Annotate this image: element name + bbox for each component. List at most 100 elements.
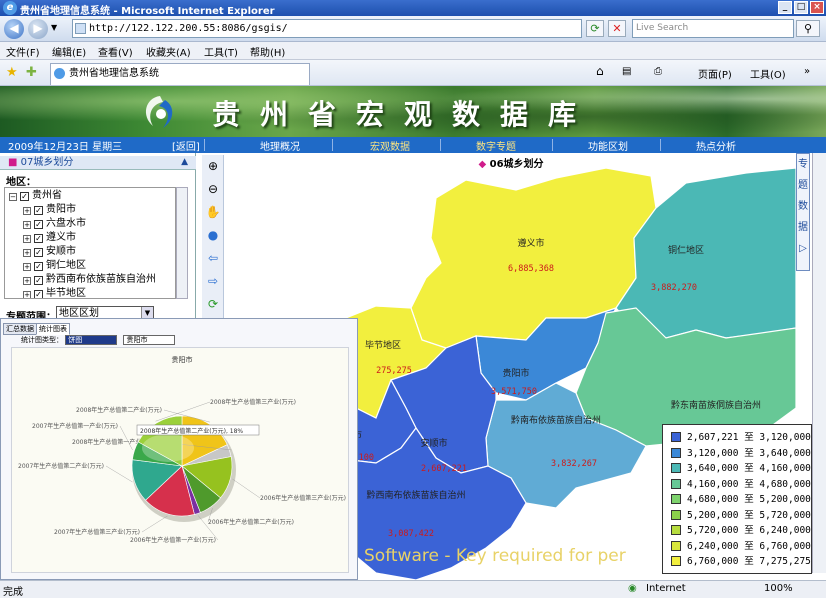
menu-favorites[interactable]: 收藏夹(A) bbox=[146, 44, 191, 59]
favorites-star-icon[interactable]: ★ bbox=[6, 65, 18, 80]
zoom-out-icon[interactable]: ⊖ bbox=[204, 180, 222, 198]
nav-item-digital-topics[interactable]: 数字专题 bbox=[476, 138, 516, 153]
pie-slice-label: 2008年生产总值第三产业(万元) bbox=[210, 398, 296, 406]
search-input[interactable]: Live Search bbox=[632, 19, 794, 38]
checkbox-checked[interactable]: ✓ bbox=[34, 248, 43, 257]
tab-statistics-chart[interactable]: 统计图表 bbox=[36, 323, 70, 335]
menu-file[interactable]: 文件(F) bbox=[6, 44, 40, 59]
menu-edit[interactable]: 编辑(E) bbox=[52, 44, 86, 59]
checkbox-checked[interactable]: ✓ bbox=[34, 234, 43, 243]
software-watermark: Software - Key required for per bbox=[364, 546, 626, 566]
menu-bar: 文件(F) 编辑(E) 查看(V) 收藏夹(A) 工具(T) 帮助(H) bbox=[0, 42, 826, 60]
tree-item[interactable]: + ✓ 毕节地区 bbox=[23, 287, 86, 298]
checkbox-checked[interactable]: ✓ bbox=[34, 262, 43, 271]
stop-button[interactable]: ✕ bbox=[608, 20, 626, 37]
tree-scrollbar[interactable] bbox=[176, 187, 188, 299]
site-logo bbox=[145, 96, 173, 128]
back-button[interactable]: ◀ bbox=[4, 19, 24, 39]
tab-page-icon bbox=[54, 68, 65, 79]
close-window-button[interactable]: × bbox=[810, 1, 824, 14]
collapse-icon[interactable]: ▲ bbox=[181, 156, 188, 169]
legend-item: 6,760,000 至 7,275,275 bbox=[671, 555, 811, 570]
nav-item-zoning[interactable]: 功能区划 bbox=[588, 138, 628, 153]
globe-icon[interactable]: ● bbox=[204, 226, 222, 244]
strip-char: 题 bbox=[798, 180, 808, 191]
tree-item[interactable]: + ✓ 遵义市 bbox=[23, 231, 76, 245]
pie-slice-label: 2008年生产总值第二产业(万元) bbox=[76, 406, 162, 414]
nav-back-link[interactable]: [返回] bbox=[172, 138, 200, 153]
status-bar: 完成 ◉ Internet 100% bbox=[0, 580, 826, 598]
refresh-map-icon[interactable]: ⟳ bbox=[204, 295, 222, 313]
expand-toggle-icon[interactable]: + bbox=[23, 235, 31, 243]
history-dropdown-icon[interactable]: ▼ bbox=[51, 23, 57, 32]
tree-item[interactable]: + ✓ 铜仁地区 bbox=[23, 259, 86, 273]
zoom-in-icon[interactable]: ⊕ bbox=[204, 157, 222, 175]
search-icon[interactable]: ⚲ bbox=[796, 20, 820, 37]
chart-title: 贵阳市 bbox=[172, 355, 193, 364]
menu-tools[interactable]: 工具(T) bbox=[204, 44, 238, 59]
address-input[interactable]: http://122.122.200.55:8086/gsgis/ bbox=[72, 19, 582, 38]
legend-range: 5,200,000 至 5,720,000 bbox=[687, 509, 811, 521]
tree-root[interactable]: − ✓ 贵州省 bbox=[9, 189, 62, 203]
nav-item-geography[interactable]: 地理概况 bbox=[260, 138, 300, 153]
more-icon[interactable]: » bbox=[804, 66, 810, 77]
expand-toggle-icon[interactable]: + bbox=[23, 207, 31, 215]
nav-item-hotspot[interactable]: 热点分析 bbox=[696, 138, 736, 153]
next-extent-icon[interactable]: ⇨ bbox=[204, 272, 222, 290]
legend-item: 4,160,000 至 4,680,000 bbox=[671, 478, 811, 493]
page-menu[interactable]: 页面(P) bbox=[698, 66, 732, 81]
pan-hand-icon[interactable]: ✋ bbox=[204, 203, 222, 221]
tree-item[interactable]: + ✓ 黔西南布依族苗族自治州 bbox=[23, 273, 156, 287]
collapse-toggle-icon[interactable]: − bbox=[9, 193, 17, 201]
map-title: ◆ 06城乡划分 bbox=[226, 155, 796, 170]
home-icon[interactable]: ⌂ bbox=[596, 64, 604, 78]
region-name-label: 黔西南布依族苗族自治州 bbox=[366, 489, 465, 501]
tools-menu[interactable]: 工具(O) bbox=[750, 66, 786, 81]
checkbox-checked[interactable]: ✓ bbox=[34, 220, 43, 229]
nav-divider bbox=[332, 139, 333, 151]
legend-item: 6,240,000 至 6,760,000 bbox=[671, 540, 811, 555]
chart-region-select[interactable]: 贵阳市 bbox=[123, 335, 176, 345]
expand-toggle-icon[interactable]: + bbox=[23, 249, 31, 257]
checkbox-checked[interactable]: ✓ bbox=[34, 290, 43, 298]
tree-item[interactable]: + ✓ 安顺市 bbox=[23, 245, 76, 259]
expand-toggle-icon[interactable]: + bbox=[23, 263, 31, 271]
statistics-popup: 汇总数据 统计图表 统计图类型： 饼图 贵阳市 贵阳市 2008年生产总值第二产业(… bbox=[0, 318, 358, 580]
tab-summary-data[interactable]: 汇总数据 bbox=[3, 323, 37, 335]
zoom-level[interactable]: 100% bbox=[764, 583, 793, 594]
pie-chart[interactable]: 贵阳市2008年生产总值第二产业(万元)2008年生产总值第一产业(万元)200… bbox=[12, 348, 350, 574]
bullet-icon: ■ bbox=[8, 157, 21, 168]
refresh-button[interactable]: ⟳ bbox=[586, 20, 604, 37]
tree-item[interactable]: + ✓ 六盘水市 bbox=[23, 217, 86, 231]
nav-item-macro-data[interactable]: 宏观数据 bbox=[370, 138, 410, 153]
pie-highlight bbox=[142, 434, 194, 462]
region-name-label: 铜仁地区 bbox=[668, 244, 704, 256]
checkbox-checked[interactable]: ✓ bbox=[34, 276, 43, 285]
forward-button[interactable]: ▶ bbox=[28, 19, 48, 39]
checkbox-checked[interactable]: ✓ bbox=[20, 192, 29, 201]
previous-extent-icon[interactable]: ⇦ bbox=[204, 249, 222, 267]
tab-current[interactable]: 贵州省地理信息系统 bbox=[50, 63, 310, 85]
chart-options-row: 统计图类型： 饼图 贵阳市 bbox=[21, 335, 176, 345]
nav-divider bbox=[552, 139, 553, 151]
tree-item[interactable]: + ✓ 贵阳市 bbox=[23, 203, 76, 217]
region-value-label: 2,607,221 bbox=[421, 464, 467, 474]
checkbox-checked[interactable]: ✓ bbox=[34, 206, 43, 215]
page-scrollbar[interactable] bbox=[812, 153, 826, 573]
legend-swatch bbox=[671, 494, 681, 504]
feeds-icon[interactable]: ▤ bbox=[622, 66, 631, 77]
topic-data-toggle[interactable]: 专 题 数 据 ▷ bbox=[796, 153, 810, 271]
expand-toggle-icon[interactable]: + bbox=[23, 221, 31, 229]
print-icon[interactable]: ⎙ bbox=[654, 66, 662, 77]
window-title: 贵州省地理信息系统 - Microsoft Internet Explorer bbox=[20, 6, 275, 17]
menu-view[interactable]: 查看(V) bbox=[98, 44, 133, 59]
chart-type-select[interactable]: 饼图 bbox=[65, 335, 118, 345]
minimize-button[interactable]: _ bbox=[778, 1, 792, 14]
maximize-button[interactable]: □ bbox=[794, 1, 808, 14]
menu-help[interactable]: 帮助(H) bbox=[250, 44, 285, 59]
expand-toggle-icon[interactable]: + bbox=[23, 291, 31, 298]
expand-toggle-icon[interactable]: + bbox=[23, 277, 31, 285]
add-favorite-icon[interactable]: ✚ bbox=[26, 65, 37, 80]
chart-type-label: 统计图类型： bbox=[21, 336, 63, 344]
region-name-label: 黔南布依族苗族自治州 bbox=[511, 414, 601, 426]
